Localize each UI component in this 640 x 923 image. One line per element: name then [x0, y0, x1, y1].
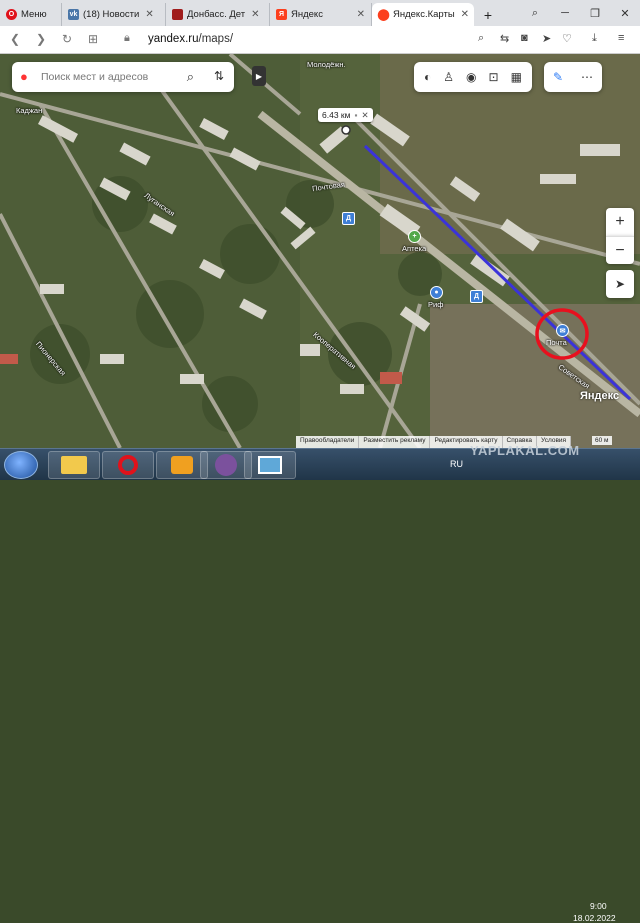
speed-dial-icon[interactable]: ⊞ — [88, 32, 98, 46]
map-label: Аптека — [402, 244, 427, 253]
bus-stop-icon[interactable]: Д — [342, 212, 355, 225]
new-tab-button[interactable]: + — [476, 3, 500, 26]
pharmacy-icon[interactable]: + — [408, 230, 421, 243]
tab-yandex-maps[interactable]: ⬤ Яндекс.Карты ✕ — [372, 3, 474, 26]
yandex-maps-pin-icon: ⬤ — [377, 9, 390, 21]
map-label: Каджан — [16, 106, 43, 115]
close-icon[interactable]: ✕ — [361, 110, 368, 121]
browser-window: O Меню vk (18) Новости ✕ Донбасс. Дет ✕ … — [0, 0, 640, 448]
language-indicator[interactable]: RU — [450, 459, 463, 469]
distance-value: 6.43 км — [322, 110, 351, 120]
map-label: Молодёжн. — [307, 60, 346, 69]
back-icon[interactable]: ❮ — [10, 32, 20, 46]
taskbar-opera[interactable] — [102, 451, 154, 479]
more-icon[interactable]: ⋯ — [581, 70, 593, 84]
vk-icon: vk — [68, 9, 79, 20]
taskbar-photo-viewer[interactable] — [244, 451, 296, 479]
ruler-icon[interactable]: ✎ — [553, 70, 563, 84]
tab-label: (18) Новости — [83, 9, 140, 20]
map-layers-toolbar: ◐ ♙ ◉ ⊡ ▦ — [414, 62, 532, 92]
minimize-icon[interactable]: ─ — [550, 0, 580, 26]
url-field[interactable]: yandex.ru/maps/ — [148, 33, 233, 45]
trash-icon[interactable]: ▪ — [354, 110, 357, 120]
clock-date[interactable]: 18.02.2022 — [573, 913, 616, 923]
tab-label: Донбасс. Дет — [187, 9, 246, 20]
map-search-box: ● ⌕ ⇅ — [12, 62, 234, 92]
satellite-map[interactable]: ● ⌕ ⇅ ▶ ◐ ♙ ◉ ⊡ ▦ ✎ ⋯ + − ➤ 6.43 км ▪ ✕ … — [0, 54, 640, 448]
scheme-icon[interactable]: ▦ — [511, 70, 522, 84]
opera-icon — [118, 455, 138, 475]
post-office-icon[interactable]: ✉ — [556, 324, 569, 337]
tab-yandex[interactable]: Я Яндекс ✕ — [270, 3, 372, 26]
map-layers-icon[interactable]: ◐ — [424, 70, 431, 84]
address-bar: ❮ ❯ ↻ ⊞ 🔒︎ yandex.ru/maps/ ⌕ ⇆ ◙ ➤ ♡ ⤓ ≡ — [0, 26, 640, 54]
copyright-link[interactable]: Правообладатели — [296, 436, 360, 448]
yandex-maps-pin-icon: ● — [20, 69, 28, 84]
tab-vk-news[interactable]: vk (18) Новости ✕ — [62, 3, 166, 26]
translate-icon[interactable]: ⇆ — [500, 32, 509, 45]
send-icon[interactable]: ➤ — [542, 32, 551, 45]
zoom-in-button[interactable]: + — [606, 208, 634, 236]
search-icon[interactable]: ⌕ — [478, 32, 484, 45]
sidebar-toggle-icon[interactable]: ▶ — [252, 66, 266, 86]
reload-icon[interactable]: ↻ — [62, 32, 72, 46]
window-controls: ⌕ ─ ❐ ✕ — [520, 0, 640, 26]
zoom-out-button[interactable]: − — [606, 236, 634, 264]
download-icon[interactable]: ⤓ — [592, 32, 597, 45]
close-icon[interactable]: ✕ — [251, 9, 259, 20]
tab-label: Меню — [21, 9, 47, 20]
lock-icon[interactable]: 🔒︎ — [124, 32, 130, 45]
yandex-icon: Я — [276, 9, 287, 20]
url-domain: yandex.ru — [148, 33, 199, 45]
traffic-camera-icon[interactable]: ◉ — [466, 70, 476, 84]
tab-donbass[interactable]: Донбасс. Дет ✕ — [166, 3, 270, 26]
close-icon[interactable]: ✕ — [357, 9, 365, 20]
taskbar-explorer[interactable] — [48, 451, 100, 479]
heart-icon[interactable]: ♡ — [562, 32, 572, 45]
bus-stop-icon[interactable]: Д — [470, 290, 483, 303]
viber-icon — [215, 454, 237, 476]
distance-label[interactable]: 6.43 км ▪ ✕ — [318, 108, 373, 122]
yandex-logo: Яндекс — [580, 390, 620, 402]
forward-icon[interactable]: ❯ — [36, 32, 46, 46]
search-icon[interactable]: ⌕ — [187, 69, 194, 85]
map-tools: ✎ ⋯ — [544, 62, 602, 92]
search-tabs-icon[interactable]: ⌕ — [520, 0, 550, 26]
close-icon[interactable]: ✕ — [145, 9, 153, 20]
folder-icon — [61, 456, 87, 474]
photo-viewer-icon — [258, 456, 282, 474]
tab-label: Яндекс.Карты — [393, 9, 455, 20]
media-player-icon — [171, 456, 193, 474]
geolocation-icon[interactable]: ➤ — [606, 270, 634, 298]
close-icon[interactable]: ✕ — [461, 9, 469, 20]
tab-menu[interactable]: O Меню — [0, 3, 62, 26]
opera-icon: O — [6, 9, 17, 20]
shop-icon[interactable]: ● — [430, 286, 443, 299]
watermark: YAPLAKAL.COM — [470, 443, 580, 458]
start-button[interactable] — [4, 451, 38, 479]
route-start-point[interactable] — [341, 125, 351, 135]
menu-icon[interactable]: ≡ — [618, 32, 624, 44]
maximize-icon[interactable]: ❐ — [580, 0, 610, 26]
transit-icon[interactable]: ⊡ — [489, 70, 499, 84]
tab-label: Яндекс — [291, 9, 323, 20]
route-icon[interactable]: ⇅ — [214, 69, 224, 83]
scale-bar: 60 м — [592, 436, 612, 445]
tab-bar: O Меню vk (18) Новости ✕ Донбасс. Дет ✕ … — [0, 0, 640, 26]
advertise-link[interactable]: Разместить рекламу — [359, 436, 431, 448]
url-path: /maps/ — [198, 33, 234, 45]
clock-time[interactable]: 9:00 — [590, 901, 607, 911]
search-input[interactable] — [41, 71, 171, 83]
camera-icon[interactable]: ◙ — [521, 32, 528, 44]
news-site-icon — [172, 9, 183, 20]
panorama-icon[interactable]: ♙ — [443, 70, 454, 84]
close-window-icon[interactable]: ✕ — [610, 0, 640, 26]
map-label: Риф — [428, 300, 444, 309]
map-label: Почта — [546, 338, 567, 347]
